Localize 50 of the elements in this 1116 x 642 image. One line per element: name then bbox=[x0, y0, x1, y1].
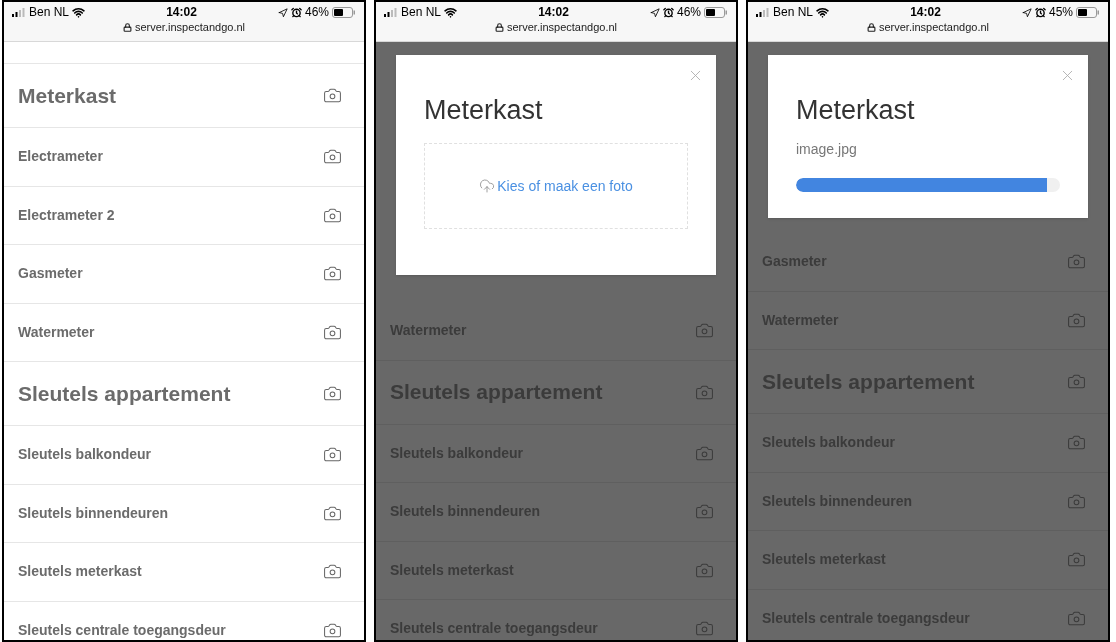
clock-time: 14:02 bbox=[538, 5, 569, 20]
camera-button[interactable] bbox=[323, 384, 342, 403]
cloud-upload-icon bbox=[479, 178, 496, 194]
carrier-name: Ben NL bbox=[773, 5, 814, 20]
alarm-icon bbox=[1034, 7, 1046, 18]
page-address: server.inspectandgo.nl bbox=[878, 20, 990, 34]
modal-title: Meterkast bbox=[424, 94, 544, 127]
signal-icon bbox=[384, 8, 398, 17]
camera-button[interactable] bbox=[323, 86, 342, 105]
camera-icon bbox=[1067, 372, 1086, 391]
location-arrow-icon bbox=[1021, 7, 1032, 18]
list-item-label: Sleutels meterkast bbox=[18, 562, 142, 582]
list-item-label: Watermeter bbox=[18, 322, 95, 342]
clock-time: 14:02 bbox=[166, 5, 197, 20]
list-item-label: Sleutels balkondeur bbox=[18, 445, 152, 465]
alarm-icon bbox=[290, 7, 302, 18]
camera-icon bbox=[323, 384, 342, 403]
location-arrow-icon bbox=[277, 7, 288, 18]
battery-icon bbox=[704, 7, 728, 18]
signal-icon bbox=[756, 8, 770, 17]
carrier-name: Ben NL bbox=[29, 5, 70, 20]
modal-title: Meterkast bbox=[796, 94, 916, 127]
wifi-icon bbox=[72, 6, 86, 19]
wifi-icon bbox=[444, 6, 458, 19]
location-arrow-icon bbox=[649, 7, 660, 18]
battery-percentage: 46% bbox=[304, 5, 329, 20]
list-item-label: Sleutels binnendeuren bbox=[18, 503, 169, 523]
clock-time: 14:02 bbox=[910, 5, 941, 20]
page-address: server.inspectandgo.nl bbox=[506, 20, 618, 34]
list-item-label: Gasmeter bbox=[18, 264, 83, 284]
battery-icon bbox=[1076, 7, 1100, 18]
upload-dropzone[interactable]: Kies of maak een foto bbox=[424, 143, 688, 229]
battery-icon bbox=[332, 7, 356, 18]
wifi-icon bbox=[816, 6, 830, 19]
page-address: server.inspectandgo.nl bbox=[134, 20, 246, 34]
section-heading: Sleutels appartement bbox=[18, 380, 231, 407]
list-item-label: Electrameter 2 bbox=[18, 205, 115, 225]
alarm-icon bbox=[662, 7, 674, 18]
lock-icon bbox=[122, 22, 132, 32]
carrier-name: Ben NL bbox=[401, 5, 442, 20]
signal-icon bbox=[12, 8, 26, 17]
battery-percentage: 46% bbox=[676, 5, 701, 20]
lock-icon bbox=[866, 22, 876, 32]
file-name: image.jpg bbox=[796, 140, 858, 159]
battery-percentage: 45% bbox=[1048, 5, 1073, 20]
list-item-label: Sleutels centrale toegangsdeur bbox=[18, 620, 226, 640]
lock-icon bbox=[494, 22, 504, 32]
list-item-label: Electrameter bbox=[18, 147, 103, 167]
camera-icon bbox=[323, 86, 342, 105]
section-heading: Meterkast bbox=[18, 82, 117, 109]
